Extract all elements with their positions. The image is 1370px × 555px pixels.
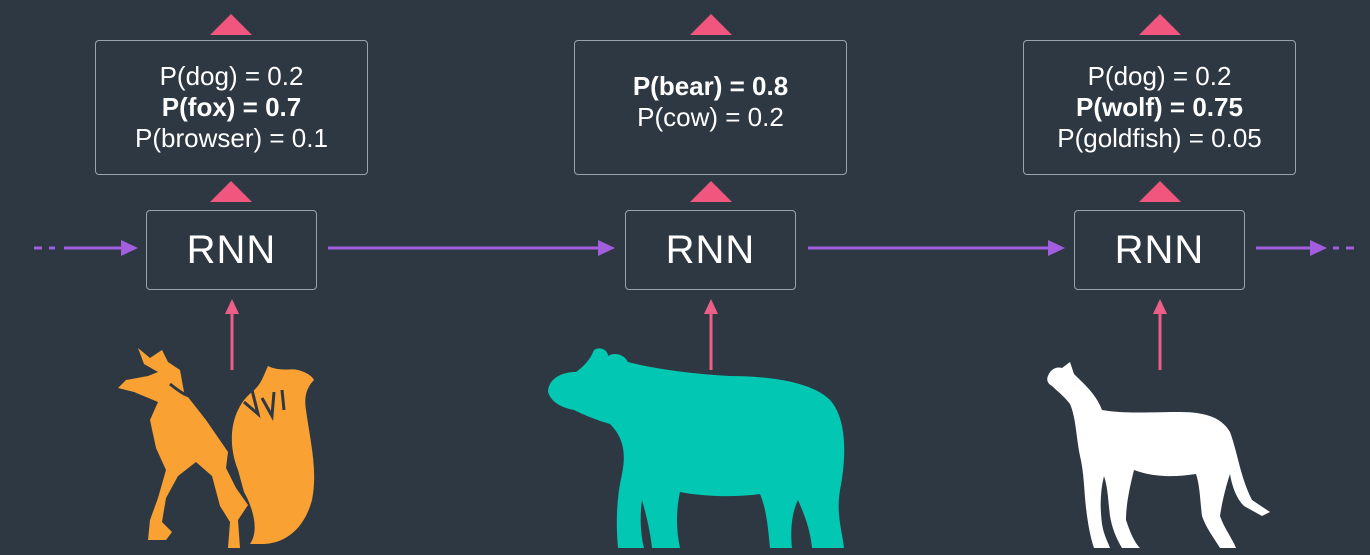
probability-box-1: P(dog) = 0.2 P(fox) = 0.7 P(browser) = 0…: [95, 40, 368, 175]
rnn-cell-2: RNN: [625, 210, 796, 290]
probability-line: P(goldfish) = 0.05: [1057, 123, 1262, 153]
output-triangle-mid-2: [690, 181, 732, 202]
outgoing-hidden-arrow: [1256, 240, 1354, 256]
probability-line: P(dog) = 0.2: [159, 61, 304, 91]
probability-line: P(dog) = 0.2: [1087, 61, 1232, 91]
probability-line: P(cow) = 0.2: [637, 102, 784, 132]
input-arrow-1: [225, 299, 239, 370]
probability-line-top: P(wolf) = 0.75: [1076, 92, 1243, 122]
incoming-hidden-arrow: [34, 240, 138, 256]
wolf-icon: [1047, 362, 1270, 548]
probability-line-top: P(bear) = 0.8: [632, 71, 789, 101]
output-triangle-top-2: [690, 14, 732, 35]
probability-line-top: P(fox) = 0.7: [161, 92, 302, 122]
output-triangle-top-3: [1139, 14, 1181, 35]
probability-line: P(browser) = 0.1: [135, 123, 328, 153]
output-triangle-mid-3: [1139, 181, 1181, 202]
probability-box-2: P(bear) = 0.8 P(cow) = 0.2: [574, 40, 847, 175]
output-triangle-mid-1: [210, 181, 252, 202]
hidden-arrow-2-to-3: [808, 240, 1065, 256]
output-triangle-top-1: [210, 14, 252, 35]
bear-icon: [548, 348, 845, 548]
hidden-arrow-1-to-2: [328, 240, 615, 256]
rnn-cell-3: RNN: [1074, 210, 1245, 290]
fox-icon: [118, 348, 315, 548]
rnn-cell-1: RNN: [146, 210, 317, 290]
rnn-sequence-diagram: P(dog) = 0.2 P(fox) = 0.7 P(browser) = 0…: [0, 0, 1370, 555]
input-arrow-3: [1153, 299, 1167, 370]
input-arrow-2: [704, 299, 718, 370]
probability-box-3: P(dog) = 0.2 P(wolf) = 0.75 P(goldfish) …: [1023, 40, 1296, 175]
